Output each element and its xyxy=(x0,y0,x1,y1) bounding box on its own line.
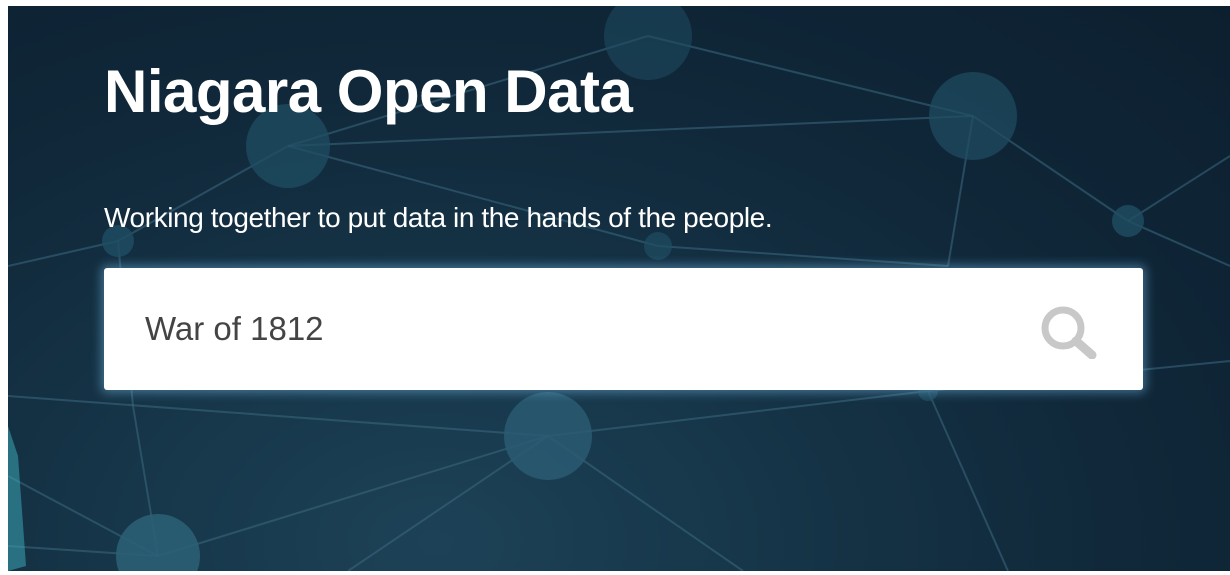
search-input[interactable] xyxy=(104,268,1004,390)
site-title: Niagara Open Data xyxy=(104,58,633,125)
search-icon[interactable] xyxy=(1034,303,1104,359)
search-box xyxy=(104,268,1143,390)
site-tagline: Working together to put data in the hand… xyxy=(104,202,773,233)
hero-banner: Niagara Open Data Working together to pu… xyxy=(8,6,1230,571)
